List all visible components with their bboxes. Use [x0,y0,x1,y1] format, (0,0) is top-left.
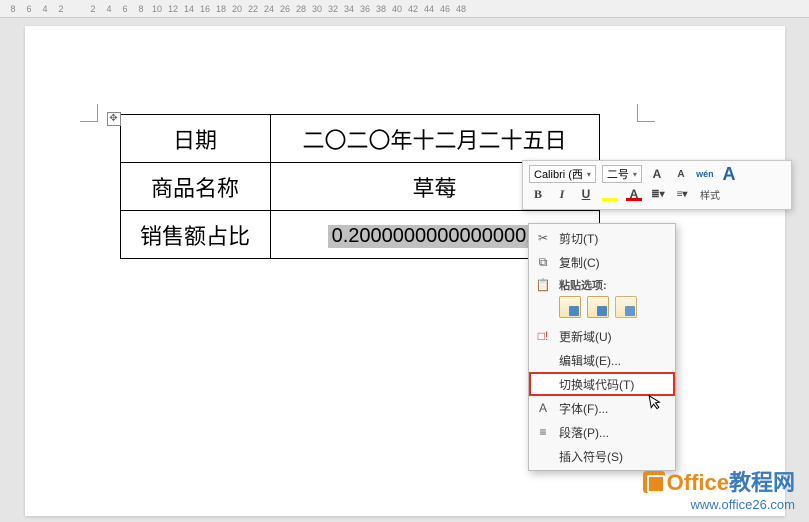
menu-label: 切换域代码(T) [559,376,634,393]
table-row: 日期 二〇二〇年十二月二十五日 [120,115,599,163]
menu-copy[interactable]: ⧉ 复制(C) [529,250,675,274]
cell-label[interactable]: 销售额占比 [120,211,270,259]
increase-font-icon[interactable]: A [648,165,666,183]
phonetic-guide-icon[interactable]: wén [696,165,714,183]
paste-merge-icon[interactable] [587,296,609,318]
logo-icon [643,471,665,493]
paste-options-label: 📋 粘贴选项: [529,274,675,294]
highlight-color-button[interactable] [601,185,619,203]
styles-button[interactable]: 样式 [697,187,723,202]
watermark-url: www.office26.com [643,497,795,512]
font-name-combo[interactable]: Calibri (西▾ [529,165,596,183]
clipboard-icon: 📋 [535,277,551,293]
update-field-icon: □! [535,328,551,344]
copy-icon: ⧉ [535,254,551,270]
cell-label[interactable]: 商品名称 [120,163,270,211]
menu-label: 更新域(U) [559,328,612,345]
paste-options-row [529,294,675,324]
menu-label: 编辑域(E)... [559,352,621,369]
paste-keep-source-icon[interactable] [559,296,581,318]
font-color-button[interactable]: A [625,185,643,203]
menu-update-field[interactable]: □! 更新域(U) [529,324,675,348]
table-anchor-icon[interactable]: ✥ [107,112,121,126]
margin-corner-tr [637,104,655,122]
selected-field[interactable]: 0.20000000000000001 [328,225,542,248]
watermark-text-1b: 教程网 [729,470,795,495]
menu-label: 段落(P)... [559,424,609,441]
paste-text-only-icon[interactable] [615,296,637,318]
mini-toolbar: Calibri (西▾ 二号▾ A A wén A B I U A ≣▾ ≡▾ … [522,160,792,210]
font-size-combo[interactable]: 二号▾ [602,165,642,183]
menu-label: 插入符号(S) [559,448,623,465]
menu-label: 复制(C) [559,254,600,271]
chevron-down-icon: ▾ [633,170,637,179]
bullets-button[interactable]: ≣▾ [649,185,667,203]
numbering-button[interactable]: ≡▾ [673,185,691,203]
margin-corner-tl [80,104,98,122]
horizontal-ruler[interactable]: 8642246810121416182022242628303234363840… [0,0,809,18]
menu-label: 剪切(T) [559,230,598,247]
menu-label: 字体(F)... [559,400,608,417]
menu-edit-field[interactable]: 编辑域(E)... [529,348,675,372]
menu-cut[interactable]: ✂ 剪切(T) [529,226,675,250]
decrease-font-icon[interactable]: A [672,165,690,183]
cell-value[interactable]: 二〇二〇年十二月二十五日 [270,115,599,163]
scissors-icon: ✂ [535,230,551,246]
menu-paragraph[interactable]: ≡ 段落(P)... [529,420,675,444]
paragraph-icon: ≡ [535,424,551,440]
cell-label[interactable]: 日期 [120,115,270,163]
chevron-down-icon: ▾ [587,170,591,179]
context-menu: ✂ 剪切(T) ⧉ 复制(C) 📋 粘贴选项: □! 更新域(U) 编辑域(E)… [528,223,676,471]
menu-toggle-field-codes[interactable]: 切换域代码(T) [529,372,675,396]
format-painter-icon[interactable]: A [720,165,738,183]
bold-button[interactable]: B [529,185,547,203]
italic-button[interactable]: I [553,185,571,203]
underline-button[interactable]: U [577,185,595,203]
watermark: Office教程网 www.office26.com [643,465,795,512]
font-icon: A [535,400,551,416]
watermark-text-1a: Office [667,470,729,495]
